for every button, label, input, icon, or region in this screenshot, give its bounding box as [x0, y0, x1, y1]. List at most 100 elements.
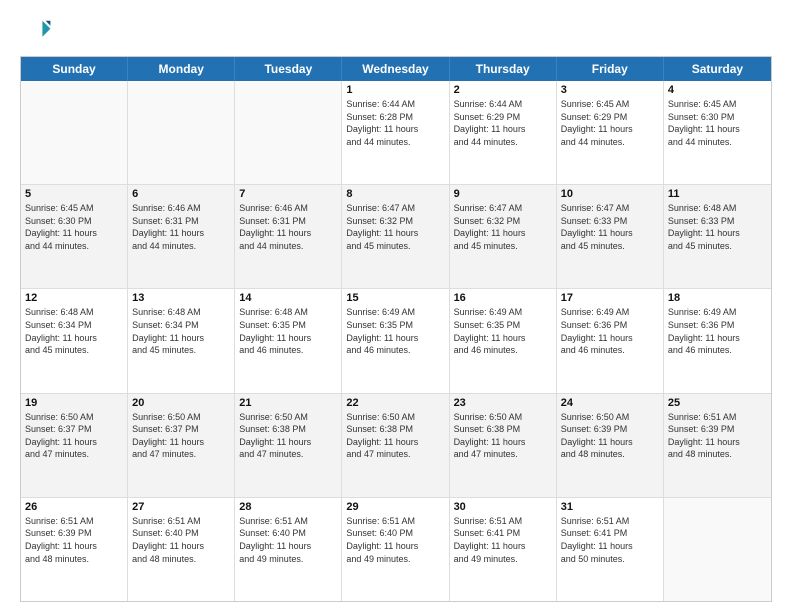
day-number: 31: [561, 501, 659, 513]
day-cell-30: 30 Sunrise: 6:51 AMSunset: 6:41 PMDayligh…: [450, 498, 557, 601]
day-info: Sunrise: 6:51 AMSunset: 6:41 PMDaylight:…: [561, 515, 659, 565]
day-cell-27: 27 Sunrise: 6:51 AMSunset: 6:40 PMDayligh…: [128, 498, 235, 601]
day-cell-26: 26Sunrise: 6:51 AMSunset: 6:39 PMDayligh…: [21, 498, 128, 601]
empty-cell: [128, 81, 235, 184]
day-info: Sunrise: 6:45 AMSunset: 6:29 PMDaylight:…: [561, 98, 659, 148]
day-number: 7: [239, 188, 337, 200]
header-day-monday: Monday: [128, 57, 235, 81]
day-number: 8: [346, 188, 444, 200]
day-number: 30: [454, 501, 552, 513]
day-number: 19: [25, 397, 123, 409]
day-number: 25: [668, 397, 767, 409]
header-day-saturday: Saturday: [664, 57, 771, 81]
day-cell-23: 23Sunrise: 6:50 AMSunset: 6:38 PMDayligh…: [450, 394, 557, 497]
empty-cell: [21, 81, 128, 184]
day-number: 4: [668, 84, 767, 96]
day-number: 18: [668, 292, 767, 304]
day-cell-28: 28 Sunrise: 6:51 AMSunset: 6:40 PMDayligh…: [235, 498, 342, 601]
day-info: Sunrise: 6:47 AMSunset: 6:32 PMDaylight:…: [346, 202, 444, 252]
day-info: Sunrise: 6:48 AMSunset: 6:34 PMDaylight:…: [132, 306, 230, 356]
day-info: Sunrise: 6:50 AMSunset: 6:37 PMDaylight:…: [25, 411, 123, 461]
header-day-friday: Friday: [557, 57, 664, 81]
logo: [20, 16, 56, 48]
day-info: Sunrise: 6:50 AMSunset: 6:38 PMDaylight:…: [454, 411, 552, 461]
day-cell-15: 15 Sunrise: 6:49 AMSunset: 6:35 PMDayligh…: [342, 289, 449, 392]
day-info: Sunrise: 6:47 AMSunset: 6:32 PMDaylight:…: [454, 202, 552, 252]
day-cell-20: 20Sunrise: 6:50 AMSunset: 6:37 PMDayligh…: [128, 394, 235, 497]
calendar-week-4: 19 Sunrise: 6:50 AMSunset: 6:37 PMDayligh…: [21, 394, 771, 498]
day-info: Sunrise: 6:48 AMSunset: 6:34 PMDaylight:…: [25, 306, 123, 356]
day-cell-6: 6Sunrise: 6:46 AMSunset: 6:31 PMDaylight…: [128, 185, 235, 288]
day-cell-29: 29Sunrise: 6:51 AMSunset: 6:40 PMDayligh…: [342, 498, 449, 601]
day-info: Sunrise: 6:49 AMSunset: 6:36 PMDaylight:…: [561, 306, 659, 356]
day-number: 2: [454, 84, 552, 96]
calendar-week-2: 5 Sunrise: 6:45 AMSunset: 6:30 PMDaylight…: [21, 185, 771, 289]
day-number: 15: [346, 292, 444, 304]
day-cell-1: 1Sunrise: 6:44 AMSunset: 6:28 PMDaylight…: [342, 81, 449, 184]
day-info: Sunrise: 6:45 AMSunset: 6:30 PMDaylight:…: [25, 202, 123, 252]
day-info: Sunrise: 6:48 AMSunset: 6:33 PMDaylight:…: [668, 202, 767, 252]
header-day-sunday: Sunday: [21, 57, 128, 81]
empty-cell: [235, 81, 342, 184]
day-cell-16: 16 Sunrise: 6:49 AMSunset: 6:35 PMDayligh…: [450, 289, 557, 392]
day-number: 6: [132, 188, 230, 200]
day-cell-7: 7 Sunrise: 6:46 AMSunset: 6:31 PMDaylight…: [235, 185, 342, 288]
day-number: 3: [561, 84, 659, 96]
day-number: 27: [132, 501, 230, 513]
day-info: Sunrise: 6:50 AMSunset: 6:38 PMDaylight:…: [239, 411, 337, 461]
day-info: Sunrise: 6:51 AMSunset: 6:41 PMDaylight:…: [454, 515, 552, 565]
day-cell-4: 4Sunrise: 6:45 AMSunset: 6:30 PMDaylight…: [664, 81, 771, 184]
day-number: 22: [346, 397, 444, 409]
day-info: Sunrise: 6:51 AMSunset: 6:39 PMDaylight:…: [25, 515, 123, 565]
day-cell-9: 9 Sunrise: 6:47 AMSunset: 6:32 PMDaylight…: [450, 185, 557, 288]
day-info: Sunrise: 6:44 AMSunset: 6:28 PMDaylight:…: [346, 98, 444, 148]
day-cell-13: 13 Sunrise: 6:48 AMSunset: 6:34 PMDayligh…: [128, 289, 235, 392]
header: [20, 16, 772, 48]
day-cell-25: 25 Sunrise: 6:51 AMSunset: 6:39 PMDayligh…: [664, 394, 771, 497]
day-number: 12: [25, 292, 123, 304]
day-cell-24: 24 Sunrise: 6:50 AMSunset: 6:39 PMDayligh…: [557, 394, 664, 497]
logo-icon: [20, 16, 52, 48]
header-day-thursday: Thursday: [450, 57, 557, 81]
day-info: Sunrise: 6:50 AMSunset: 6:38 PMDaylight:…: [346, 411, 444, 461]
header-day-tuesday: Tuesday: [235, 57, 342, 81]
day-cell-19: 19 Sunrise: 6:50 AMSunset: 6:37 PMDayligh…: [21, 394, 128, 497]
day-number: 16: [454, 292, 552, 304]
day-number: 24: [561, 397, 659, 409]
day-cell-22: 22 Sunrise: 6:50 AMSunset: 6:38 PMDayligh…: [342, 394, 449, 497]
day-number: 29: [346, 501, 444, 513]
page: SundayMondayTuesdayWednesdayThursdayFrid…: [0, 0, 792, 612]
day-number: 28: [239, 501, 337, 513]
day-number: 10: [561, 188, 659, 200]
day-info: Sunrise: 6:49 AMSunset: 6:36 PMDaylight:…: [668, 306, 767, 356]
day-info: Sunrise: 6:50 AMSunset: 6:39 PMDaylight:…: [561, 411, 659, 461]
day-cell-3: 3 Sunrise: 6:45 AMSunset: 6:29 PMDaylight…: [557, 81, 664, 184]
day-cell-11: 11 Sunrise: 6:48 AMSunset: 6:33 PMDayligh…: [664, 185, 771, 288]
calendar-week-1: 1Sunrise: 6:44 AMSunset: 6:28 PMDaylight…: [21, 81, 771, 185]
day-number: 9: [454, 188, 552, 200]
day-number: 14: [239, 292, 337, 304]
day-number: 21: [239, 397, 337, 409]
header-day-wednesday: Wednesday: [342, 57, 449, 81]
day-number: 13: [132, 292, 230, 304]
day-info: Sunrise: 6:51 AMSunset: 6:39 PMDaylight:…: [668, 411, 767, 461]
day-cell-17: 17 Sunrise: 6:49 AMSunset: 6:36 PMDayligh…: [557, 289, 664, 392]
day-info: Sunrise: 6:46 AMSunset: 6:31 PMDaylight:…: [239, 202, 337, 252]
day-cell-2: 2 Sunrise: 6:44 AMSunset: 6:29 PMDaylight…: [450, 81, 557, 184]
day-number: 11: [668, 188, 767, 200]
day-cell-8: 8 Sunrise: 6:47 AMSunset: 6:32 PMDaylight…: [342, 185, 449, 288]
day-number: 20: [132, 397, 230, 409]
day-cell-18: 18 Sunrise: 6:49 AMSunset: 6:36 PMDayligh…: [664, 289, 771, 392]
day-number: 5: [25, 188, 123, 200]
day-info: Sunrise: 6:44 AMSunset: 6:29 PMDaylight:…: [454, 98, 552, 148]
day-info: Sunrise: 6:47 AMSunset: 6:33 PMDaylight:…: [561, 202, 659, 252]
day-info: Sunrise: 6:51 AMSunset: 6:40 PMDaylight:…: [132, 515, 230, 565]
day-info: Sunrise: 6:51 AMSunset: 6:40 PMDaylight:…: [239, 515, 337, 565]
day-number: 17: [561, 292, 659, 304]
empty-cell: [664, 498, 771, 601]
day-cell-10: 10 Sunrise: 6:47 AMSunset: 6:33 PMDayligh…: [557, 185, 664, 288]
day-cell-5: 5 Sunrise: 6:45 AMSunset: 6:30 PMDaylight…: [21, 185, 128, 288]
day-info: Sunrise: 6:49 AMSunset: 6:35 PMDaylight:…: [454, 306, 552, 356]
calendar-week-3: 12 Sunrise: 6:48 AMSunset: 6:34 PMDayligh…: [21, 289, 771, 393]
day-info: Sunrise: 6:49 AMSunset: 6:35 PMDaylight:…: [346, 306, 444, 356]
